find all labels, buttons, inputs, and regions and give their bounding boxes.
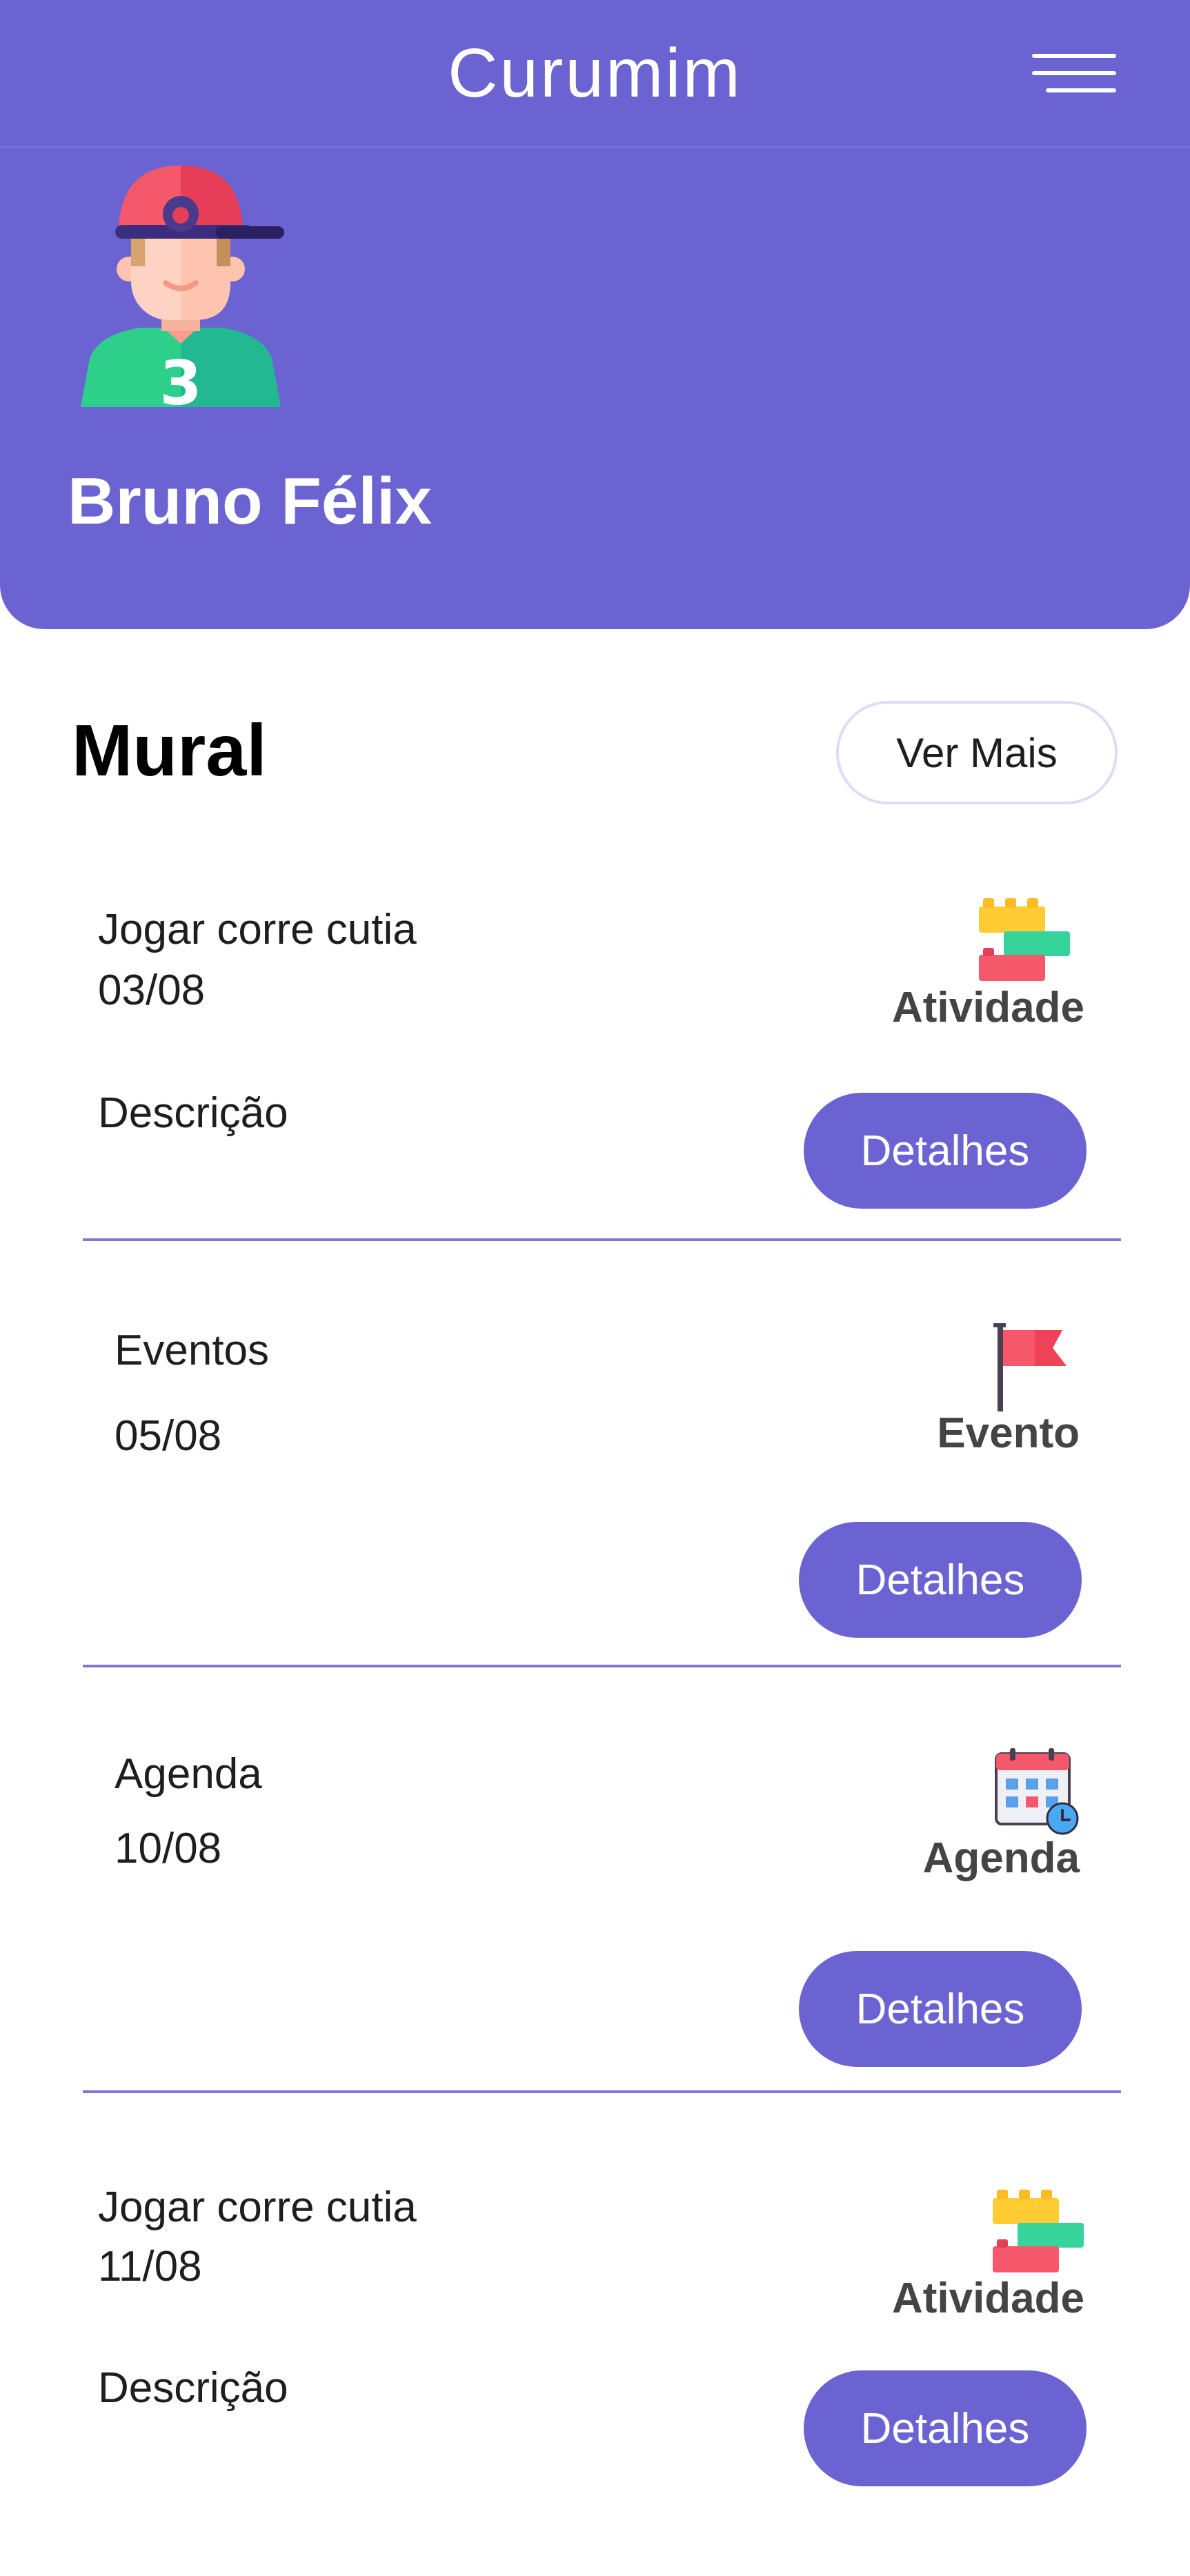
card-date: 10/08 [115, 1825, 222, 1872]
app-header: Curumim [0, 0, 1190, 146]
divider [83, 2090, 1121, 2093]
svg-text:3: 3 [159, 348, 201, 407]
app-title: Curumim [448, 34, 742, 112]
building-blocks-icon [979, 898, 1070, 981]
details-button[interactable]: Detalhes [799, 1951, 1082, 2067]
card-type-label: Atividade [891, 984, 1084, 1031]
card-description: Descrição [98, 1089, 288, 1137]
user-name: Bruno Félix [68, 464, 433, 538]
card-title: Jogar corre cutia [98, 2183, 417, 2231]
card-title: Agenda [115, 1750, 262, 1798]
feed-card: Eventos 05/08 Evento Detalhes [0, 1318, 1190, 1642]
card-type-label: Atividade [891, 2275, 1084, 2322]
card-description: Descrição [98, 2364, 288, 2412]
details-button[interactable]: Detalhes [804, 2370, 1087, 2486]
see-more-button[interactable]: Ver Mais [836, 701, 1118, 804]
card-type-label: Evento [937, 1409, 1080, 1457]
card-date: 05/08 [115, 1412, 222, 1460]
card-date: 11/08 [98, 2243, 202, 2290]
card-title: Jogar corre cutia [98, 906, 417, 953]
divider [83, 1238, 1121, 1241]
card-title: Eventos [115, 1327, 270, 1374]
details-button[interactable]: Detalhes [799, 1522, 1082, 1638]
card-date: 03/08 [98, 967, 206, 1014]
details-button[interactable]: Detalhes [804, 1093, 1087, 1209]
red-flag-icon [993, 1323, 1067, 1411]
feed-card: Agenda 10/08 Agenda Detalhes [0, 1741, 1190, 2067]
boy-with-cap-avatar-icon: 3 [81, 166, 284, 407]
avatar: 3 [81, 166, 284, 407]
feed-card: Jogar corre cutia 03/08 Descrição Ativid… [0, 897, 1190, 1228]
building-blocks-icon [993, 2190, 1084, 2272]
card-type-label: Agenda [922, 1834, 1080, 1882]
feed-card: Jogar corre cutia 11/08 Descrição Ativid… [0, 2174, 1190, 2499]
calendar-clock-icon [995, 1748, 1079, 1835]
profile-banner: 3 Bruno Félix [0, 146, 1190, 629]
hamburger-menu-icon[interactable] [1021, 48, 1124, 103]
divider [83, 1665, 1121, 1667]
feed-title: Mural [72, 710, 267, 791]
